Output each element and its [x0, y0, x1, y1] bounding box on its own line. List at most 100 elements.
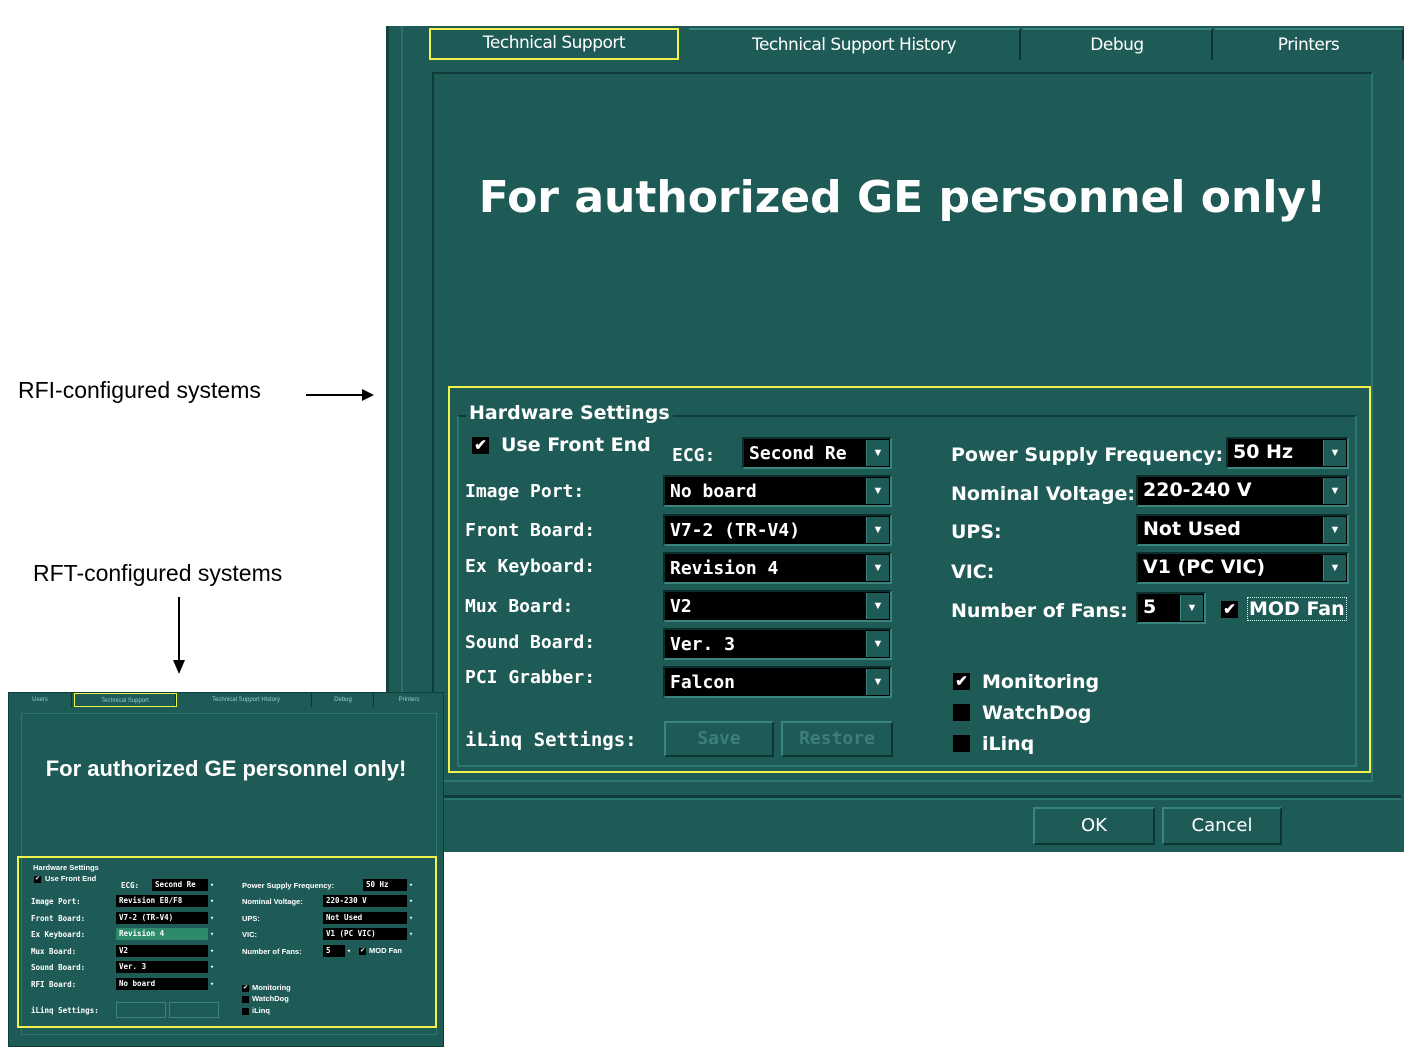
- power-supply-frequency-label: Power Supply Frequency:: [951, 444, 1224, 466]
- monitoring-label: Monitoring: [982, 671, 1100, 693]
- thumb-row-label: Front Board:: [31, 914, 86, 923]
- chevron-down-icon[interactable]: ▼: [1323, 478, 1346, 504]
- ex-keyboard-label: Ex Keyboard:: [465, 556, 596, 577]
- ex-keyboard-select[interactable]: Revision 4 ▼: [663, 552, 892, 584]
- thumb-row-label: Mux Board:: [31, 947, 77, 956]
- image-port-label: Image Port:: [465, 481, 585, 502]
- cancel-button[interactable]: Cancel: [1162, 807, 1282, 845]
- save-button[interactable]: Save: [664, 721, 774, 757]
- tab-technical-support-history[interactable]: Technical Support History: [689, 28, 1021, 60]
- thumb-nv-value: 220-230 V: [323, 895, 415, 907]
- vic-select[interactable]: V1 (PC VIC) ▼: [1136, 552, 1349, 584]
- ilinq-settings-label: iLinq Settings:: [465, 729, 637, 751]
- number-of-fans-select[interactable]: 5 ▼: [1136, 592, 1206, 624]
- nominal-voltage-select[interactable]: 220-240 V ▼: [1136, 475, 1349, 507]
- thumb-ecg-label: ECG:: [121, 881, 140, 890]
- rft-annotation: RFT-configured systems: [33, 560, 283, 586]
- authorized-warning: For authorized GE personnel only!: [478, 172, 1327, 223]
- ups-label: UPS:: [951, 521, 1002, 543]
- power-supply-frequency-value: 50 Hz: [1233, 441, 1294, 463]
- thumb-use-front-end-checkbox: ✔: [34, 876, 41, 883]
- thumb-fans-label: Number of Fans:: [242, 947, 302, 956]
- tab-bar: Technical Support Technical Support Hist…: [429, 28, 1404, 62]
- thumb-tab-users: Users: [9, 693, 72, 707]
- thumb-row-label: Image Port:: [31, 897, 81, 906]
- pci-grabber-value: Falcon: [670, 672, 736, 693]
- thumb-mod-fan-checkbox: ✔: [359, 948, 366, 955]
- watchdog-checkbox[interactable]: [953, 704, 970, 721]
- thumb-save-button: [116, 1002, 166, 1018]
- thumb-hw-title: Hardware Settings: [33, 863, 99, 872]
- sound-board-label: Sound Board:: [465, 632, 596, 653]
- chevron-down-icon[interactable]: ▼: [1180, 595, 1203, 621]
- thumb-watchdog-checkbox: [242, 996, 249, 1003]
- chevron-down-icon[interactable]: ▼: [1323, 517, 1346, 543]
- chevron-down-icon[interactable]: ▼: [1323, 440, 1346, 466]
- chevron-down-icon[interactable]: ▼: [866, 593, 889, 619]
- number-of-fans-value: 5: [1143, 596, 1157, 618]
- thumb-fans-value: 5: [323, 945, 353, 957]
- thumb-vic-value: V1 (PC VIC): [323, 928, 415, 940]
- thumb-row-value: Revision 4: [116, 928, 216, 940]
- tab-debug[interactable]: Debug: [1023, 28, 1213, 60]
- hardware-settings-title: Hardware Settings: [466, 402, 673, 424]
- thumb-tab-debug: Debug: [313, 693, 374, 707]
- chevron-down-icon[interactable]: ▼: [866, 517, 889, 543]
- chevron-down-icon[interactable]: ▼: [866, 555, 889, 581]
- watchdog-label: WatchDog: [982, 702, 1092, 724]
- tab-printers[interactable]: Printers: [1215, 28, 1404, 60]
- ok-button[interactable]: OK: [1033, 807, 1155, 845]
- chevron-down-icon[interactable]: ▼: [866, 669, 889, 695]
- image-port-select[interactable]: No board ▼: [663, 475, 892, 507]
- thumb-use-front-end: Use Front End: [45, 874, 97, 883]
- nominal-voltage-label: Nominal Voltage:: [951, 483, 1135, 505]
- ecg-label: ECG:: [672, 445, 716, 466]
- use-front-end-checkbox[interactable]: ✔: [472, 437, 489, 454]
- mux-board-value: V2: [670, 596, 692, 617]
- power-supply-frequency-select[interactable]: 50 Hz ▼: [1226, 437, 1349, 469]
- front-board-select[interactable]: V7-2 (TR-V4) ▼: [663, 514, 892, 546]
- thumb-row-label: Sound Board:: [31, 963, 86, 972]
- thumb-psf-label: Power Supply Frequency:: [242, 881, 335, 890]
- monitoring-checkbox[interactable]: ✔: [953, 673, 970, 690]
- front-board-label: Front Board:: [465, 520, 596, 541]
- ecg-select[interactable]: Second Re ▼: [742, 437, 892, 469]
- tab-technical-support[interactable]: Technical Support: [429, 28, 679, 60]
- mux-board-select[interactable]: V2 ▼: [663, 590, 892, 622]
- image-port-value: No board: [670, 481, 757, 502]
- thumb-warning: For authorized GE personnel only!: [45, 756, 407, 781]
- ilinq-checkbox[interactable]: [953, 735, 970, 752]
- thumb-row-value: Ver. 3: [116, 961, 216, 973]
- thumb-ecg-value: Second Re: [152, 879, 216, 891]
- ups-value: Not Used: [1143, 518, 1241, 540]
- thumb-ilinq-checkbox: [242, 1008, 249, 1015]
- chevron-down-icon[interactable]: ▼: [866, 478, 889, 504]
- rfi-arrowhead: [362, 389, 374, 401]
- thumb-tab-history: Technical Support History: [181, 693, 312, 707]
- mux-board-label: Mux Board:: [465, 596, 574, 617]
- sound-board-select[interactable]: Ver. 3 ▼: [663, 628, 892, 660]
- restore-button[interactable]: Restore: [781, 721, 893, 757]
- sound-board-value: Ver. 3: [670, 634, 736, 655]
- rfi-arrow: [306, 394, 364, 396]
- pci-grabber-label: PCI Grabber:: [465, 667, 596, 688]
- rft-thumbnail: Users Technical Support Technical Suppor…: [8, 692, 444, 1047]
- thumb-mod-fan: MOD Fan: [369, 946, 402, 955]
- use-front-end-label: Use Front End: [501, 434, 651, 456]
- chevron-down-icon[interactable]: ▼: [866, 631, 889, 657]
- thumb-tab-printers: Printers: [375, 693, 443, 707]
- thumb-monitoring: Monitoring: [252, 983, 291, 992]
- chevron-down-icon[interactable]: ▼: [1323, 555, 1346, 581]
- thumb-monitoring-checkbox: ✔: [242, 985, 249, 992]
- number-of-fans-label: Number of Fans:: [951, 600, 1128, 622]
- hardware-settings-group: [457, 415, 1357, 767]
- thumb-row-label: RFI Board:: [31, 980, 77, 989]
- ups-select[interactable]: Not Used ▼: [1136, 514, 1349, 546]
- pci-grabber-select[interactable]: Falcon ▼: [663, 666, 892, 698]
- mod-fan-checkbox[interactable]: ✔: [1221, 601, 1238, 618]
- chevron-down-icon[interactable]: ▼: [866, 440, 889, 466]
- front-board-value: V7-2 (TR-V4): [670, 520, 801, 541]
- footer-divider: [389, 795, 1401, 800]
- thumb-tab-technical-support: Technical Support: [74, 693, 177, 707]
- vic-value: V1 (PC VIC): [1143, 556, 1266, 578]
